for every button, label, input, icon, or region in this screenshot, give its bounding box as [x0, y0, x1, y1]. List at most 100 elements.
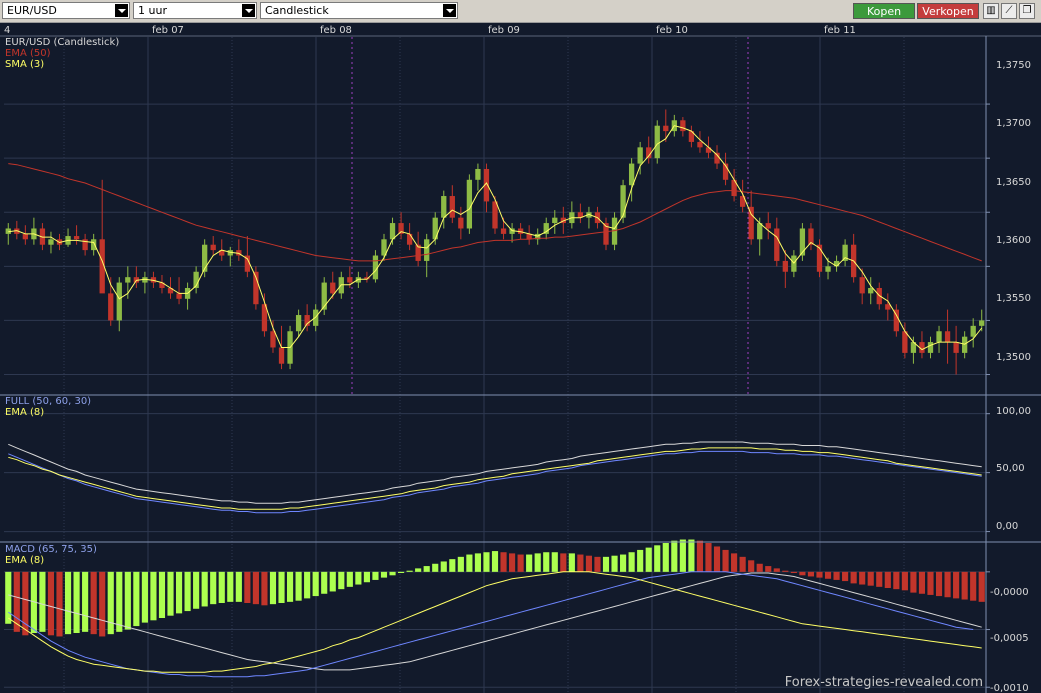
macd-histogram-bar [440, 561, 447, 572]
price-panel-title: EUR/USD (Candlestick) [5, 37, 119, 48]
macd-histogram-bar [568, 553, 575, 572]
candle-body [441, 196, 447, 218]
macd-histogram-bar [39, 571, 46, 632]
candle-body [705, 147, 712, 153]
candle-body [270, 331, 276, 348]
macd-histogram-bar [397, 571, 405, 573]
chart-type-select[interactable]: Candlestick [260, 2, 458, 19]
candle-body [458, 217, 464, 229]
candle-body [48, 239, 54, 245]
macd-histogram-bar [133, 571, 140, 627]
macd-histogram-bar [99, 571, 106, 637]
macd-histogram-bar [833, 571, 840, 580]
macd-histogram-bar [491, 551, 499, 572]
time-label-2: feb 08 [320, 25, 352, 36]
macd-histogram-bar [782, 570, 789, 572]
time-label-3: feb 09 [488, 25, 520, 36]
candle-body [628, 163, 635, 186]
candle-body [295, 315, 302, 332]
candle-body [22, 233, 28, 240]
macd-histogram-bar [620, 554, 627, 572]
candle-body [885, 304, 891, 310]
macd-histogram-bar [628, 552, 635, 572]
buy-button[interactable]: Kopen [853, 3, 915, 19]
price-legend-ema: EMA (50) [5, 48, 51, 59]
macd-histogram-bar [483, 552, 490, 572]
macd-histogram-bar [859, 571, 866, 585]
macd-histogram-bar [671, 540, 678, 572]
macd-histogram-bar [175, 571, 183, 614]
interval-select[interactable]: 1 uur [133, 2, 257, 19]
macd-histogram-bar [150, 571, 157, 621]
macd-histogram-bar [517, 554, 524, 572]
macd-histogram-bar [312, 571, 319, 597]
symbol-select[interactable]: EUR/USD [2, 2, 130, 19]
macd-histogram-bar [90, 571, 97, 635]
macd-histogram-bar [637, 549, 644, 572]
macd-histogram-bar [73, 571, 80, 633]
macd-histogram-bar [329, 571, 336, 592]
candle-body [466, 179, 473, 229]
full-tick-label: 50,00 [996, 463, 1025, 474]
full-legend-ema: EMA (8) [5, 407, 44, 418]
candle-body [748, 206, 754, 240]
macd-histogram-bar [423, 566, 430, 572]
candle-body [697, 141, 703, 148]
candle-body [757, 223, 763, 240]
sell-button[interactable]: Verkopen [917, 3, 979, 19]
macd-histogram-bar [141, 571, 148, 623]
chevron-down-icon[interactable] [242, 4, 255, 17]
macd-histogram-bar [944, 571, 951, 598]
macd-histogram-bar [799, 571, 806, 576]
candle-body [936, 331, 942, 343]
price-tick-label: 1,3750 [996, 60, 1031, 71]
macd-histogram-bar [560, 553, 567, 572]
chart-type-select-value: Candlestick [265, 4, 329, 17]
macd-histogram-bar [773, 568, 780, 572]
chart-style-icon[interactable]: ▥ [983, 3, 999, 19]
chevron-down-icon[interactable] [115, 4, 128, 17]
macd-histogram-bar [654, 545, 661, 572]
macd-histogram-bar [867, 571, 874, 586]
macd-histogram-bar [201, 571, 208, 607]
candle-body [73, 236, 80, 240]
candle-body [406, 233, 413, 245]
macd-histogram-bar [679, 539, 686, 572]
full-tick-label: 0,00 [996, 521, 1018, 532]
chevron-down-icon[interactable] [443, 4, 456, 17]
macd-histogram-bar [415, 568, 422, 572]
macd-histogram-bar [235, 571, 242, 602]
chart-canvas[interactable]: 4 feb 07 feb 08 feb 09 feb 10 feb 11 EUR… [0, 23, 1041, 693]
macd-histogram-bar [56, 571, 63, 637]
macd-histogram-bar [602, 556, 610, 572]
full-panel-title: FULL (50, 60, 30) [5, 396, 91, 407]
chart-toolbar: EUR/USD 1 uur Candlestick Kopen Verkopen… [0, 0, 1041, 23]
candle-body [680, 120, 686, 132]
price-tick-label: 1,3600 [996, 235, 1031, 246]
macd-histogram-bar [338, 571, 345, 590]
candle-body [868, 287, 874, 294]
macd-histogram-bar [551, 552, 558, 572]
macd-histogram-bar [184, 571, 191, 612]
candle-body [765, 223, 771, 229]
price-tick-label: 1,3650 [996, 177, 1031, 188]
candle-body [210, 244, 216, 251]
macd-histogram-bar [765, 566, 772, 572]
macd-histogram-bar [107, 571, 114, 635]
macd-histogram-bar [474, 553, 481, 572]
candle-body [637, 147, 643, 164]
macd-histogram-bar [295, 571, 302, 601]
candle-body [953, 342, 959, 353]
macd-histogram-bar [261, 571, 268, 606]
restore-window-icon[interactable]: ❐ [1019, 3, 1035, 19]
macd-histogram-bar [790, 571, 797, 573]
macd-histogram-bar [466, 554, 473, 572]
macd-histogram-bar [167, 571, 174, 616]
draw-line-icon[interactable]: ⟋ [1001, 3, 1017, 19]
macd-histogram-bar [901, 571, 908, 591]
macd-histogram-bar [534, 553, 541, 572]
macd-histogram-bar [577, 554, 584, 572]
macd-histogram-bar [961, 571, 968, 600]
macd-histogram-bar [509, 553, 516, 572]
candle-body [424, 239, 430, 261]
